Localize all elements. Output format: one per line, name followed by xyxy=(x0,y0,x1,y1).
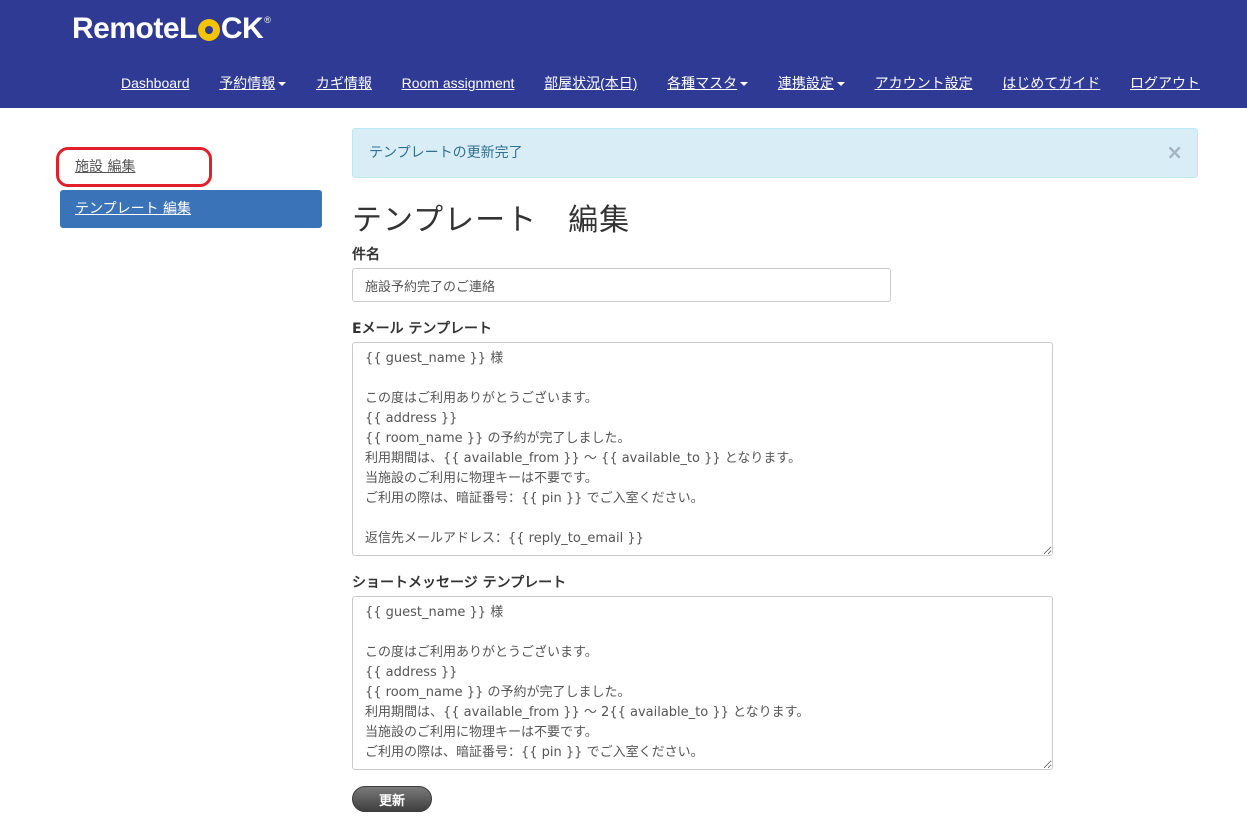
nav-logout-label: ログアウト xyxy=(1129,75,1200,91)
nav-room-assignment[interactable]: Room assignment xyxy=(402,75,515,91)
nav-reservations[interactable]: 予約情報 xyxy=(219,73,287,93)
email-template-textarea[interactable]: {{ guest_name }} 様 この度はご利用ありがとうございます。 {{… xyxy=(352,342,1053,556)
close-icon[interactable]: × xyxy=(1166,141,1183,163)
caret-down-icon xyxy=(740,82,749,87)
nav-keys[interactable]: カギ情報 xyxy=(316,73,372,93)
sidebar-item-template-edit[interactable]: テンプレート 編集 xyxy=(60,190,322,228)
nav-integrations[interactable]: 連携設定 xyxy=(778,73,845,93)
alert-message: テンプレートの更新完了 xyxy=(369,145,523,161)
subject-label: 件名 xyxy=(352,247,380,263)
nav-room-assignment-label: Room assignment xyxy=(401,75,515,91)
update-button[interactable]: 更新 xyxy=(352,786,432,812)
nav-integrations-label: 連携設定 xyxy=(777,75,834,91)
caret-down-icon xyxy=(278,82,287,87)
page-title: テンプレート 編集 xyxy=(352,203,631,238)
nav-dashboard-label: Dashboard xyxy=(121,75,190,91)
nav-masters[interactable]: 各種マスタ xyxy=(667,73,749,93)
logo-text-lock: L CK xyxy=(179,12,264,46)
remotelock-logo[interactable]: Remote L CK ® xyxy=(72,12,271,52)
sms-template-label: ショートメッセージ テンプレート xyxy=(352,575,567,591)
nav-account-settings[interactable]: アカウント設定 xyxy=(875,73,973,93)
nav-getting-started[interactable]: はじめてガイド xyxy=(1002,73,1100,93)
top-header: Remote L CK ® Dashboard 予約情報 カギ情報 Room a… xyxy=(0,0,1247,108)
logo-text-remote: Remote xyxy=(72,12,180,45)
logo-letter-l: L xyxy=(179,12,197,45)
sidebar-item-facility-edit[interactable]: 施設 編集 xyxy=(60,148,322,186)
nav-getting-started-label: はじめてガイド xyxy=(1002,75,1101,91)
logo-o-icon xyxy=(197,19,220,41)
main-nav: Dashboard 予約情報 カギ情報 Room assignment 部屋状況… xyxy=(121,72,1200,94)
caret-down-icon xyxy=(836,82,845,87)
sms-template-textarea[interactable]: {{ guest_name }} 様 この度はご利用ありがとうございます。 {{… xyxy=(352,596,1053,770)
nav-dashboard[interactable]: Dashboard xyxy=(121,75,190,91)
nav-account-settings-label: アカウント設定 xyxy=(874,75,973,91)
nav-room-status-label: 部屋状況(本日) xyxy=(544,75,638,91)
email-template-label: Eメール テンプレート xyxy=(352,321,493,337)
logo-trademark: ® xyxy=(264,15,271,25)
nav-reservations-label: 予約情報 xyxy=(219,75,276,91)
success-alert: テンプレートの更新完了 × xyxy=(352,128,1198,178)
subject-input[interactable] xyxy=(352,268,891,302)
nav-logout[interactable]: ログアウト xyxy=(1130,73,1200,93)
nav-keys-label: カギ情報 xyxy=(315,75,372,91)
logo-letters-ck: CK xyxy=(220,12,264,45)
nav-room-status[interactable]: 部屋状況(本日) xyxy=(544,73,637,93)
nav-masters-label: 各種マスタ xyxy=(667,75,738,91)
